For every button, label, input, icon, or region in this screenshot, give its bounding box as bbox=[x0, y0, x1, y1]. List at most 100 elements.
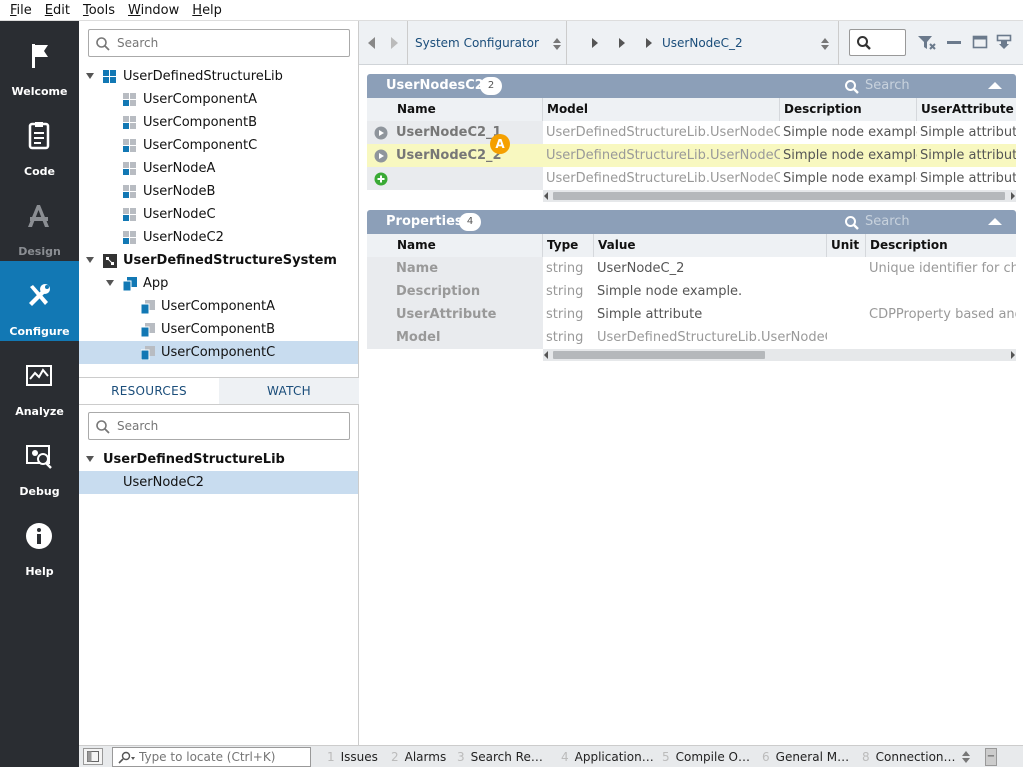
sidebar-toggle-button[interactable] bbox=[83, 748, 103, 765]
tree-item[interactable]: UserNodeA bbox=[79, 157, 358, 180]
tree-item[interactable]: UserComponentA bbox=[79, 88, 358, 111]
locate-box[interactable] bbox=[112, 747, 311, 767]
table-cell[interactable]: UserDefinedStructureLib.UserNodeC2 bbox=[543, 121, 780, 144]
table-cell[interactable]: UserNodeC_2 bbox=[594, 257, 827, 280]
expand-arrow-icon[interactable] bbox=[86, 73, 94, 79]
menu-tools[interactable]: Tools bbox=[78, 0, 120, 21]
table-cell[interactable]: UserDefinedStructureLib.UserNodeC2 bbox=[543, 144, 780, 167]
mode-welcome[interactable]: Welcome bbox=[0, 21, 79, 101]
project-search[interactable] bbox=[88, 29, 350, 57]
menu-window[interactable]: Window bbox=[123, 0, 184, 21]
scroll-right-icon[interactable] bbox=[1011, 192, 1015, 200]
horizontal-scrollbar[interactable] bbox=[543, 349, 1016, 361]
tree-item[interactable]: UserComponentA bbox=[79, 295, 358, 318]
scrollbar-thumb[interactable] bbox=[553, 351, 765, 359]
menu-edit[interactable]: Edit bbox=[40, 0, 75, 21]
table-row[interactable]: UserNodeC2_2 UserDefinedStructureLib.User… bbox=[367, 144, 1016, 167]
breadcrumb[interactable]: UserNodeC_2 bbox=[567, 21, 839, 65]
tree-item[interactable]: UserNodeC2 bbox=[79, 226, 358, 249]
table-cell[interactable]: Simple attribute bbox=[594, 303, 827, 326]
breadcrumb-current[interactable]: UserNodeC_2 bbox=[662, 21, 743, 65]
panel-search[interactable]: Search bbox=[865, 78, 910, 93]
table-cell[interactable]: UserDefinedStructureLib.UserNodeC bbox=[594, 326, 827, 349]
menu-file[interactable]: File bbox=[5, 0, 37, 21]
resource-search[interactable] bbox=[88, 412, 350, 440]
bottom-tab[interactable]: 1 Issues bbox=[327, 746, 378, 768]
tree-item[interactable]: App bbox=[79, 272, 358, 295]
scroll-left-icon[interactable] bbox=[544, 192, 548, 200]
mode-configure[interactable]: Configure bbox=[0, 261, 79, 341]
table-cell[interactable]: Simple attribute bbox=[917, 144, 1016, 167]
table-cell[interactable]: UserDefinedStructureLib.UserNodeC2 bbox=[543, 167, 780, 190]
table-cell[interactable]: Simple node example. bbox=[780, 121, 917, 144]
configurator-select[interactable]: System Configurator bbox=[407, 21, 567, 65]
table-row[interactable]: Description string Simple node example. bbox=[367, 280, 1016, 303]
tree-item[interactable]: UserComponentC bbox=[79, 134, 358, 157]
name-cell[interactable] bbox=[367, 167, 543, 190]
expand-arrow-icon[interactable] bbox=[106, 280, 114, 286]
forward-arrow-icon[interactable] bbox=[391, 37, 398, 49]
mode-analyze[interactable]: Analyze bbox=[0, 341, 79, 421]
horizontal-scrollbar[interactable] bbox=[543, 190, 1016, 202]
resource-search-input[interactable] bbox=[117, 417, 342, 435]
tree-item[interactable]: UserNodeB bbox=[79, 180, 358, 203]
toolbar-search-box[interactable] bbox=[849, 29, 906, 56]
project-search-input[interactable] bbox=[117, 34, 342, 52]
resource-tree-item[interactable]: UserNodeC2 bbox=[79, 471, 358, 494]
bottom-tab[interactable]: 6 General M… bbox=[762, 746, 849, 768]
maximize-icon[interactable] bbox=[972, 34, 988, 50]
breadcrumb-chevron-icon[interactable] bbox=[592, 38, 598, 48]
expand-arrow-icon[interactable] bbox=[86, 257, 94, 263]
table-cell[interactable]: Simple attribute bbox=[917, 167, 1016, 190]
menu-help[interactable]: Help bbox=[187, 0, 227, 21]
locate-input[interactable] bbox=[139, 749, 304, 765]
play-icon[interactable] bbox=[374, 149, 388, 163]
table-row[interactable]: Model string UserDefinedStructureLib.UserN… bbox=[367, 326, 1016, 349]
tab-resources[interactable]: RESOURCES bbox=[79, 378, 219, 404]
bottom-tab[interactable]: 5 Compile O… bbox=[662, 746, 750, 768]
add-icon[interactable] bbox=[374, 172, 388, 186]
mode-debug[interactable]: Debug bbox=[0, 421, 79, 501]
updown-icon[interactable] bbox=[962, 751, 970, 763]
table-cell[interactable]: Simple node example. bbox=[594, 280, 827, 303]
tree-item[interactable]: UserComponentC bbox=[79, 341, 358, 364]
tree-item[interactable]: UserComponentB bbox=[79, 111, 358, 134]
scroll-left-icon[interactable] bbox=[544, 351, 548, 359]
breadcrumb-chevron-icon[interactable] bbox=[619, 38, 625, 48]
mode-design[interactable]: Design bbox=[0, 181, 79, 261]
minimize-panel-button[interactable]: − bbox=[985, 748, 997, 766]
collapse-icon[interactable] bbox=[988, 218, 1002, 225]
minimize-icon[interactable] bbox=[946, 34, 962, 50]
name-cell[interactable]: UserNodeC2_1 bbox=[367, 121, 543, 144]
dock-icon[interactable] bbox=[996, 34, 1012, 50]
tree-item[interactable]: UserComponentB bbox=[79, 318, 358, 341]
collapse-icon[interactable] bbox=[988, 82, 1002, 89]
table-cell[interactable]: Simple node example. bbox=[780, 167, 917, 190]
mode-code[interactable]: Code bbox=[0, 101, 79, 181]
tree-item[interactable]: UserDefinedStructureSystem bbox=[79, 249, 358, 272]
panel-search[interactable]: Search bbox=[865, 214, 910, 229]
bottom-tab[interactable]: 3 Search Re… bbox=[457, 746, 543, 768]
tab-watch[interactable]: WATCH bbox=[219, 378, 359, 404]
back-arrow-icon[interactable] bbox=[368, 37, 375, 49]
table-row[interactable]: UserDefinedStructureLib.UserNodeC2 Simple… bbox=[367, 167, 1016, 190]
table-row[interactable]: UserNodeC2_1 UserDefinedStructureLib.User… bbox=[367, 121, 1016, 144]
mode-help[interactable]: Help bbox=[0, 501, 79, 581]
tree-item[interactable]: UserNodeC bbox=[79, 203, 358, 226]
play-icon[interactable] bbox=[374, 126, 388, 140]
breadcrumb-chevron-icon[interactable] bbox=[646, 38, 652, 48]
expand-arrow-icon[interactable] bbox=[86, 456, 94, 462]
bottom-tab[interactable]: 8 Connection… bbox=[862, 746, 956, 768]
bottom-tab[interactable]: 4 Application… bbox=[561, 746, 654, 768]
scroll-right-icon[interactable] bbox=[1011, 351, 1015, 359]
filter-icon[interactable] bbox=[917, 34, 937, 52]
tree-item[interactable]: UserDefinedStructureLib bbox=[79, 65, 358, 88]
name-cell[interactable]: UserNodeC2_2 bbox=[367, 144, 543, 167]
table-cell[interactable]: Simple node example. bbox=[780, 144, 917, 167]
table-row[interactable]: Name string UserNodeC_2 Unique identifier f… bbox=[367, 257, 1016, 280]
bottom-tab[interactable]: 2 Alarms bbox=[391, 746, 446, 768]
table-row[interactable]: UserAttribute string Simple attribute CDPPr… bbox=[367, 303, 1016, 326]
table-cell[interactable]: Simple attribute bbox=[917, 121, 1016, 144]
resource-tree-item[interactable]: UserDefinedStructureLib bbox=[79, 448, 358, 471]
scrollbar-thumb[interactable] bbox=[553, 192, 1005, 200]
